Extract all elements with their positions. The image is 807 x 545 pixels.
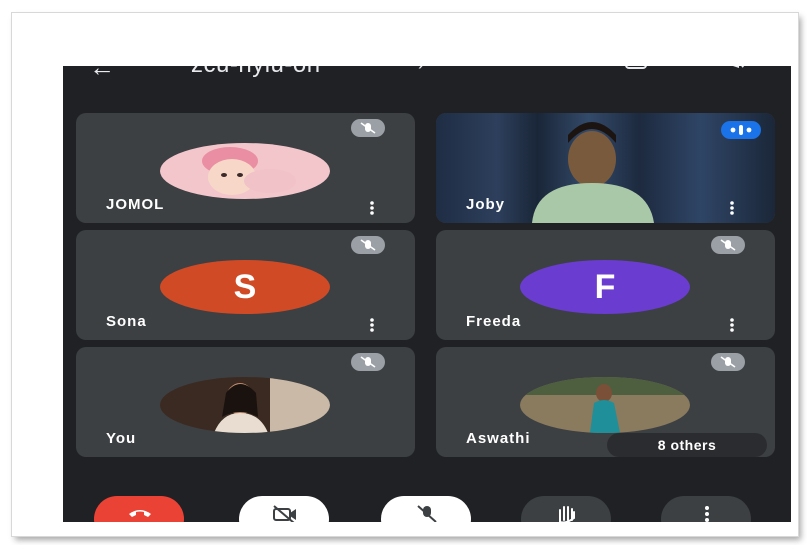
participant-tile-aswathi[interactable]: Aswathi 8 others [436, 347, 775, 457]
more-vertical-icon[interactable] [369, 201, 375, 215]
mic-off-icon [711, 236, 745, 254]
avatar-letter: F [520, 260, 690, 314]
avatar-photo [520, 377, 690, 433]
participant-tile-sona[interactable]: S Sona [76, 230, 415, 340]
end-call-button[interactable] [94, 496, 184, 522]
avatar-photo [160, 143, 330, 199]
participant-name: Aswathi [466, 430, 531, 447]
participant-name: Joby [466, 196, 506, 213]
end-call-icon [129, 510, 151, 517]
call-controls [63, 496, 791, 522]
more-vertical-icon [705, 506, 709, 522]
camera-toggle-button[interactable] [239, 496, 329, 522]
more-vertical-icon[interactable] [729, 201, 735, 215]
camera-off-icon [273, 505, 296, 522]
mic-off-icon [417, 505, 437, 522]
screenshot-frame: ← zcu-nyiu-oh › [12, 13, 798, 536]
participant-tile-you[interactable]: You [76, 347, 415, 457]
raise-hand-icon [559, 506, 575, 522]
speaking-indicator-icon [721, 121, 761, 139]
meet-call-screen: ← zcu-nyiu-oh › [63, 66, 791, 522]
mic-off-icon [351, 236, 385, 254]
meeting-code[interactable]: zcu-nyiu-oh [191, 66, 321, 79]
mic-off-icon [351, 353, 385, 371]
participant-tile-jomol[interactable]: JOMOL [76, 113, 415, 223]
participant-name: Freeda [466, 313, 522, 330]
avatar-photo [160, 377, 330, 433]
participant-tile-joby[interactable]: Joby [436, 113, 775, 223]
others-count-button[interactable]: 8 others [607, 433, 767, 457]
mic-off-icon [711, 353, 745, 371]
back-arrow-icon[interactable]: ← [89, 66, 115, 83]
participant-name: JOMOL [106, 196, 165, 213]
raise-hand-button[interactable] [521, 496, 611, 522]
participant-name: Sona [106, 313, 147, 330]
more-vertical-icon[interactable] [369, 318, 375, 332]
participant-tile-freeda[interactable]: F Freeda [436, 230, 775, 340]
top-bar: ← zcu-nyiu-oh › [63, 66, 791, 102]
chevron-right-icon[interactable]: › [418, 66, 424, 75]
mic-off-icon [351, 119, 385, 137]
switch-camera-icon[interactable] [623, 66, 649, 70]
mic-toggle-button[interactable] [381, 496, 471, 522]
more-vertical-icon[interactable] [729, 318, 735, 332]
participant-name: You [106, 430, 137, 447]
speaker-icon[interactable] [723, 66, 749, 70]
avatar-letter: S [160, 260, 330, 314]
more-options-button[interactable] [661, 496, 751, 522]
